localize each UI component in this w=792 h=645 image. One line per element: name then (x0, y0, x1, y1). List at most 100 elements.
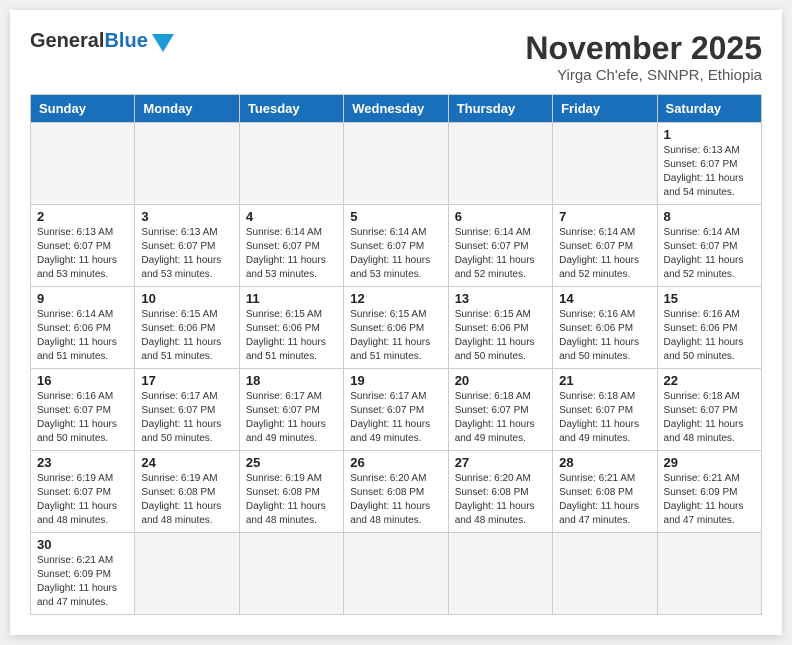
day-info-24: Sunrise: 6:19 AMSunset: 6:08 PMDaylight:… (141, 472, 232, 528)
day-cell-3-6: 22 Sunrise: 6:18 AMSunset: 6:07 PMDayligh… (657, 369, 761, 451)
day-cell-2-4: 13Sunrise: 6:15 AMSunset: 6:06 PMDayligh… (448, 287, 552, 369)
header-thursday: Thursday (448, 95, 552, 123)
day-cell-5-2 (239, 533, 343, 615)
day-number-5: 5 (350, 209, 441, 224)
location-subtitle: Yirga Ch'efe, SNNPR, Ethiopia (525, 67, 762, 84)
day-cell-2-6: 15Sunrise: 6:16 AMSunset: 6:06 PMDayligh… (657, 287, 761, 369)
day-number-17: 17 (141, 373, 232, 388)
day-info-7: Sunrise: 6:14 AMSunset: 6:07 PMDaylight:… (559, 226, 650, 282)
day-info-22: Sunrise: 6:18 AMSunset: 6:07 PMDaylight:… (664, 390, 755, 446)
title-section: November 2025 Yirga Ch'efe, SNNPR, Ethio… (525, 30, 762, 84)
day-cell-0-6: 1Sunrise: 6:13 AMSunset: 6:07 PMDaylight… (657, 123, 761, 205)
logo-triangle-icon (152, 34, 174, 52)
day-info-28: Sunrise: 6:21 AMSunset: 6:08 PMDaylight:… (559, 472, 650, 528)
day-cell-0-3 (344, 123, 448, 205)
day-cell-1-3: 5Sunrise: 6:14 AMSunset: 6:07 PMDaylight… (344, 205, 448, 287)
day-cell-5-3 (344, 533, 448, 615)
logo: General Blue (30, 30, 174, 53)
day-cell-5-6 (657, 533, 761, 615)
day-number-6: 6 (455, 209, 546, 224)
day-number-29: 29 (664, 455, 755, 470)
day-cell-4-3: 26 Sunrise: 6:20 AMSunset: 6:08 PMDayligh… (344, 451, 448, 533)
week-row-0: 1Sunrise: 6:13 AMSunset: 6:07 PMDaylight… (31, 123, 762, 205)
day-cell-3-2: 18Sunrise: 6:17 AMSunset: 6:07 PMDayligh… (239, 369, 343, 451)
day-cell-3-3: 19Sunrise: 6:17 AMSunset: 6:07 PMDayligh… (344, 369, 448, 451)
day-cell-0-5 (553, 123, 657, 205)
day-info-9: Sunrise: 6:14 AMSunset: 6:06 PMDaylight:… (37, 308, 128, 364)
day-cell-2-5: 14 Sunrise: 6:16 AMSunset: 6:06 PMDayligh… (553, 287, 657, 369)
day-cell-1-4: 6 Sunrise: 6:14 AMSunset: 6:07 PMDaylight… (448, 205, 552, 287)
week-row-3: 16Sunrise: 6:16 AMSunset: 6:07 PMDayligh… (31, 369, 762, 451)
day-number-4: 4 (246, 209, 337, 224)
day-info-2: Sunrise: 6:13 AMSunset: 6:07 PMDaylight:… (37, 226, 128, 282)
day-info-3: Sunrise: 6:13 AMSunset: 6:07 PMDaylight:… (141, 226, 232, 282)
day-info-23: Sunrise: 6:19 AMSunset: 6:07 PMDaylight:… (37, 472, 128, 528)
day-number-28: 28 (559, 455, 650, 470)
day-number-10: 10 (141, 291, 232, 306)
day-number-23: 23 (37, 455, 128, 470)
day-cell-2-3: 12Sunrise: 6:15 AMSunset: 6:06 PMDayligh… (344, 287, 448, 369)
week-row-5: 30 Sunrise: 6:21 AMSunset: 6:09 PMDayligh… (31, 533, 762, 615)
day-cell-5-5 (553, 533, 657, 615)
day-cell-2-2: 11Sunrise: 6:15 AMSunset: 6:06 PMDayligh… (239, 287, 343, 369)
logo-text-blue: Blue (104, 30, 147, 53)
days-header-row: Sunday Monday Tuesday Wednesday Thursday… (31, 95, 762, 123)
calendar-table: Sunday Monday Tuesday Wednesday Thursday… (30, 94, 762, 615)
day-cell-2-1: 10 Sunrise: 6:15 AMSunset: 6:06 PMDayligh… (135, 287, 239, 369)
day-cell-4-1: 24Sunrise: 6:19 AMSunset: 6:08 PMDayligh… (135, 451, 239, 533)
day-info-26: Sunrise: 6:20 AMSunset: 6:08 PMDaylight:… (350, 472, 441, 528)
day-info-17: Sunrise: 6:17 AMSunset: 6:07 PMDaylight:… (141, 390, 232, 446)
month-year-title: November 2025 (525, 30, 762, 67)
day-number-14: 14 (559, 291, 650, 306)
day-number-26: 26 (350, 455, 441, 470)
day-info-6: Sunrise: 6:14 AMSunset: 6:07 PMDaylight:… (455, 226, 546, 282)
day-cell-5-1 (135, 533, 239, 615)
day-number-21: 21 (559, 373, 650, 388)
day-number-22: 22 (664, 373, 755, 388)
day-number-25: 25 (246, 455, 337, 470)
day-info-20: Sunrise: 6:18 AMSunset: 6:07 PMDaylight:… (455, 390, 546, 446)
day-number-20: 20 (455, 373, 546, 388)
day-info-29: Sunrise: 6:21 AMSunset: 6:09 PMDaylight:… (664, 472, 755, 528)
day-cell-3-5: 21 Sunrise: 6:18 AMSunset: 6:07 PMDayligh… (553, 369, 657, 451)
day-cell-5-0: 30 Sunrise: 6:21 AMSunset: 6:09 PMDayligh… (31, 533, 135, 615)
day-number-7: 7 (559, 209, 650, 224)
day-info-16: Sunrise: 6:16 AMSunset: 6:07 PMDaylight:… (37, 390, 128, 446)
day-cell-0-1 (135, 123, 239, 205)
day-cell-4-4: 27 Sunrise: 6:20 AMSunset: 6:08 PMDayligh… (448, 451, 552, 533)
day-info-25: Sunrise: 6:19 AMSunset: 6:08 PMDaylight:… (246, 472, 337, 528)
day-cell-0-4 (448, 123, 552, 205)
day-number-30: 30 (37, 537, 128, 552)
calendar-container: General Blue November 2025 Yirga Ch'efe,… (10, 10, 782, 635)
day-info-27: Sunrise: 6:20 AMSunset: 6:08 PMDaylight:… (455, 472, 546, 528)
day-number-19: 19 (350, 373, 441, 388)
day-number-13: 13 (455, 291, 546, 306)
day-cell-0-2 (239, 123, 343, 205)
day-number-15: 15 (664, 291, 755, 306)
day-number-12: 12 (350, 291, 441, 306)
day-info-21: Sunrise: 6:18 AMSunset: 6:07 PMDaylight:… (559, 390, 650, 446)
day-cell-3-1: 17 Sunrise: 6:17 AMSunset: 6:07 PMDayligh… (135, 369, 239, 451)
header-friday: Friday (553, 95, 657, 123)
header-tuesday: Tuesday (239, 95, 343, 123)
day-number-3: 3 (141, 209, 232, 224)
day-number-18: 18 (246, 373, 337, 388)
header-sunday: Sunday (31, 95, 135, 123)
day-number-27: 27 (455, 455, 546, 470)
day-cell-5-4 (448, 533, 552, 615)
header-wednesday: Wednesday (344, 95, 448, 123)
day-info-10: Sunrise: 6:15 AMSunset: 6:06 PMDaylight:… (141, 308, 232, 364)
week-row-2: 9 Sunrise: 6:14 AMSunset: 6:06 PMDaylight… (31, 287, 762, 369)
header-monday: Monday (135, 95, 239, 123)
day-number-9: 9 (37, 291, 128, 306)
day-info-14: Sunrise: 6:16 AMSunset: 6:06 PMDaylight:… (559, 308, 650, 364)
day-cell-4-2: 25 Sunrise: 6:19 AMSunset: 6:08 PMDayligh… (239, 451, 343, 533)
day-cell-1-2: 4Sunrise: 6:14 AMSunset: 6:07 PMDaylight… (239, 205, 343, 287)
calendar-body: 1Sunrise: 6:13 AMSunset: 6:07 PMDaylight… (31, 123, 762, 615)
day-cell-3-0: 16Sunrise: 6:16 AMSunset: 6:07 PMDayligh… (31, 369, 135, 451)
day-info-8: Sunrise: 6:14 AMSunset: 6:07 PMDaylight:… (664, 226, 755, 282)
day-cell-4-6: 29 Sunrise: 6:21 AMSunset: 6:09 PMDayligh… (657, 451, 761, 533)
day-info-30: Sunrise: 6:21 AMSunset: 6:09 PMDaylight:… (37, 554, 128, 610)
day-cell-4-5: 28 Sunrise: 6:21 AMSunset: 6:08 PMDayligh… (553, 451, 657, 533)
day-cell-1-6: 8Sunrise: 6:14 AMSunset: 6:07 PMDaylight… (657, 205, 761, 287)
